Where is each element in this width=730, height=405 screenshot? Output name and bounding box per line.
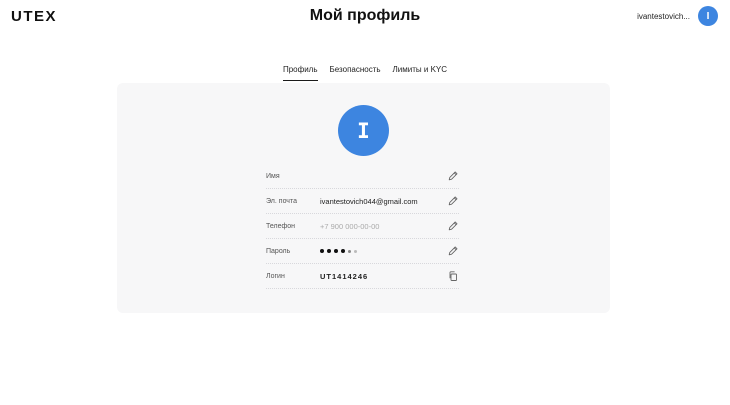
profile-fields: Имя Эл. почта ivantestovich044@gmail.com… — [266, 164, 459, 289]
field-row-name: Имя — [266, 164, 459, 189]
field-value-email: ivantestovich044@gmail.com — [320, 196, 418, 206]
password-dot — [341, 249, 345, 253]
field-value-login: UT1414246 — [320, 271, 369, 281]
field-label-name: Имя — [266, 172, 280, 180]
field-row-login: Логин UT1414246 — [266, 264, 459, 289]
profile-tabs: Профиль Безопасность Лимиты и KYC — [0, 64, 730, 81]
field-label-phone: Телефон — [266, 222, 296, 230]
password-dot — [327, 249, 331, 253]
password-mask — [320, 249, 357, 253]
field-label-email: Эл. почта — [266, 197, 297, 205]
tab-profile[interactable]: Профиль — [282, 64, 318, 81]
pencil-icon[interactable] — [447, 245, 459, 257]
field-label-password: Пароль — [266, 247, 291, 255]
copy-icon[interactable] — [447, 270, 459, 282]
password-dot — [334, 249, 338, 253]
password-dot — [348, 249, 351, 253]
field-row-email: Эл. почта ivantestovich044@gmail.com — [266, 189, 459, 214]
tab-security[interactable]: Безопасность — [330, 64, 381, 81]
pencil-icon[interactable] — [447, 170, 459, 182]
pencil-icon[interactable] — [447, 220, 459, 232]
password-dot — [320, 249, 324, 253]
field-row-password: Пароль — [266, 239, 459, 264]
profile-avatar: I — [338, 105, 389, 156]
user-menu[interactable]: ivantestovich... I — [637, 6, 718, 26]
page-title: Мой профиль — [309, 7, 421, 24]
field-value-phone: +7 900 000-00-00 — [320, 221, 380, 231]
user-avatar[interactable]: I — [698, 6, 718, 26]
field-label-login: Логин — [266, 272, 285, 280]
password-dot — [354, 249, 357, 253]
field-row-phone: Телефон +7 900 000-00-00 — [266, 214, 459, 239]
profile-card: I Имя Эл. почта ivantestovich044@gmail.c… — [117, 83, 610, 313]
pencil-icon[interactable] — [447, 195, 459, 207]
user-name[interactable]: ivantestovich... — [637, 12, 690, 21]
tab-limits-kyc[interactable]: Лимиты и KYC — [393, 64, 447, 81]
